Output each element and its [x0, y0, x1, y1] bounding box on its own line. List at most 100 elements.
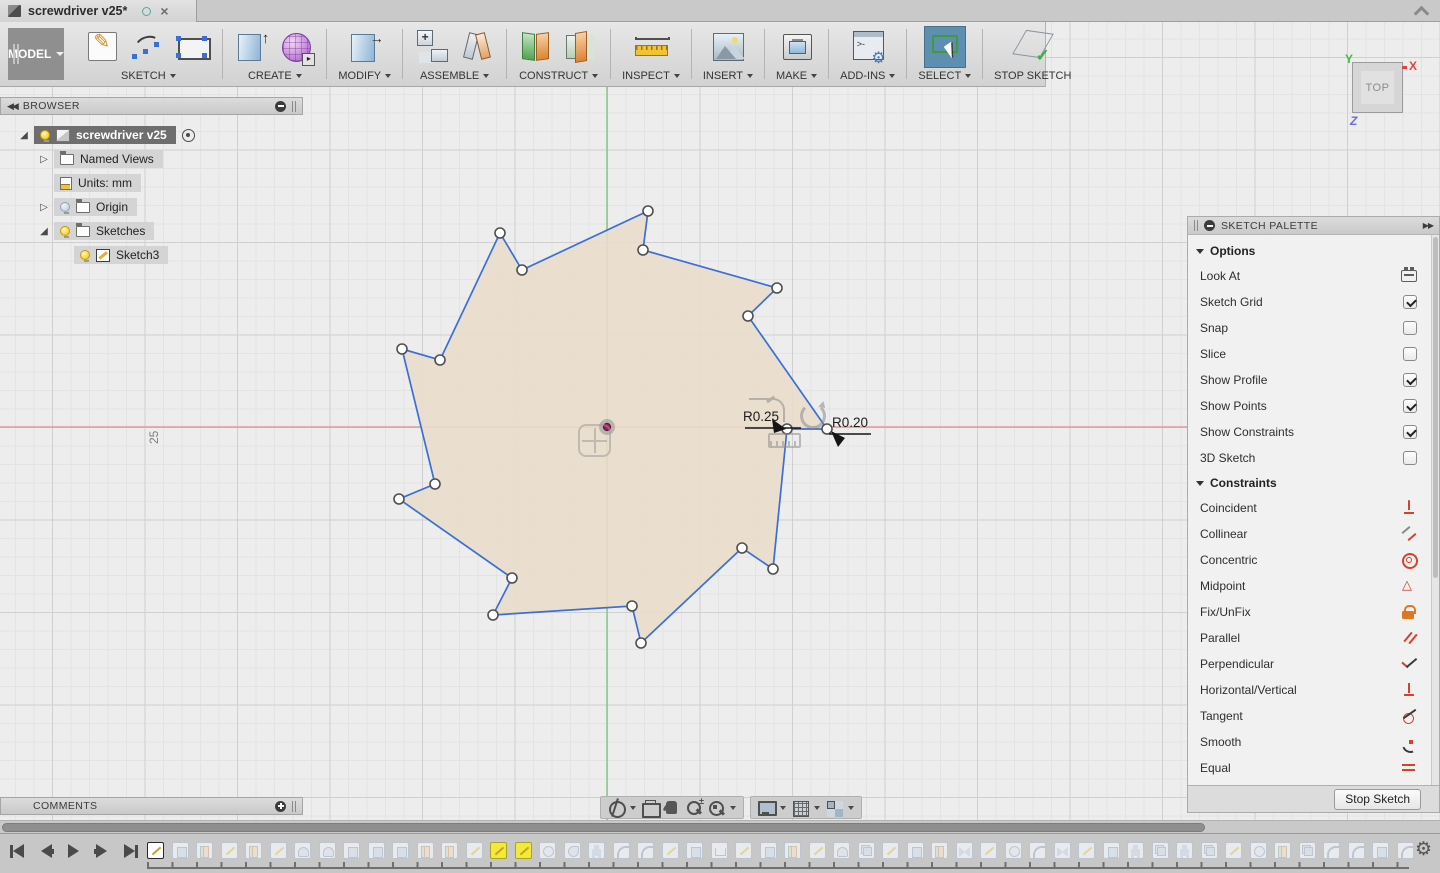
comments-header[interactable]: COMMENTS [0, 797, 303, 815]
node-label-chip[interactable]: Named Views [54, 150, 163, 168]
palette-option-snap[interactable]: Snap [1188, 315, 1439, 341]
palette-constraint-collinear[interactable]: Collinear [1188, 521, 1439, 547]
panel-grip-icon[interactable] [1194, 220, 1198, 231]
stop-sketch-button[interactable]: Stop Sketch [1334, 788, 1421, 810]
timeline-feature-mirror-icon[interactable] [196, 842, 213, 859]
create-form-icon[interactable] [279, 28, 316, 66]
browser-node-units-mm[interactable]: Units: mm [0, 171, 310, 195]
look-at-icon[interactable] [641, 799, 661, 818]
add-comment-icon[interactable] [275, 800, 286, 812]
timeline-settings-gear-icon[interactable]: ⚙ [1415, 840, 1432, 859]
toolbar-group-label[interactable]: CREATE [248, 70, 302, 82]
timeline-feature-fillet-icon[interactable] [612, 842, 630, 859]
assemble-joint-icon[interactable] [459, 28, 495, 66]
toolbar-group-label[interactable]: CONSTRUCT [519, 70, 599, 82]
timeline-feature-sketch-icon[interactable] [980, 842, 997, 859]
orbit-icon[interactable] [607, 799, 626, 818]
toolbar-collapse-chevron-icon[interactable] [1416, 6, 1428, 14]
radius-dimension-label-1[interactable]: R0.25 [743, 409, 779, 424]
palette-scrollbar[interactable] [1431, 235, 1439, 785]
timeline-feature-mirror-icon[interactable] [784, 842, 801, 859]
timeline-feature-mirror-icon[interactable] [441, 842, 458, 859]
timeline-feature-sketch-icon[interactable] [808, 842, 826, 859]
inspect-measure-icon[interactable] [633, 28, 670, 66]
timeline-feature-extrude-icon[interactable] [171, 842, 189, 859]
timeline-feature-combine-icon[interactable] [1298, 842, 1316, 859]
palette-constraint-fix-unfix[interactable]: Fix/UnFix [1188, 599, 1439, 625]
palette-header[interactable]: SKETCH PALETTE ▶▶ [1188, 217, 1439, 235]
timeline-feature-revolve-icon[interactable] [1004, 842, 1022, 859]
palette-constraint-horizontal-vertical[interactable]: Horizontal/Vertical [1188, 677, 1439, 703]
toolbar-group-label[interactable]: ASSEMBLE [420, 70, 490, 82]
timeline-feature-fillet-icon[interactable] [1396, 842, 1414, 859]
timeline-feature-dome-icon[interactable] [833, 842, 850, 859]
minimize-panel-icon[interactable] [1204, 220, 1215, 231]
palette-constraint-coincident[interactable]: Coincident [1188, 495, 1439, 521]
smooth-icon[interactable] [1401, 734, 1417, 750]
chevron-down-icon[interactable] [814, 805, 820, 810]
checkbox-checked-icon[interactable] [1403, 373, 1417, 387]
activate-component-target-icon[interactable] [181, 128, 195, 142]
chevron-down-icon[interactable] [630, 805, 636, 810]
checkbox-unchecked-icon[interactable] [1403, 451, 1417, 465]
checkbox-checked-icon[interactable] [1403, 425, 1417, 439]
skip-end-icon[interactable] [122, 844, 138, 859]
palette-constraint-equal[interactable]: Equal [1188, 755, 1439, 781]
look-at-icon[interactable] [1401, 267, 1417, 282]
panel-grip-icon[interactable] [292, 800, 296, 812]
equal-icon[interactable] [1401, 760, 1417, 776]
parallel-icon[interactable] [1401, 630, 1417, 646]
timeline-feature-extrude-icon[interactable] [759, 842, 777, 859]
options-section-header[interactable]: Options [1188, 239, 1439, 263]
minimize-panel-icon[interactable] [275, 100, 286, 112]
timeline-feature-pattern-icon[interactable] [1127, 842, 1144, 859]
skip-start-icon[interactable] [10, 844, 26, 859]
toolbar-group-label[interactable]: SELECT [918, 70, 972, 82]
node-label-chip[interactable]: Origin [54, 198, 138, 216]
palette-option-show-constraints[interactable]: Show Constraints [1188, 419, 1439, 445]
construct-midplane-icon[interactable] [518, 28, 554, 66]
timeline-feature-extrude-icon[interactable] [686, 842, 703, 859]
toolbar-group-label[interactable]: ADD-INS [840, 70, 896, 82]
timeline-feature-mirror-icon[interactable] [931, 842, 948, 859]
visibility-bulb-icon[interactable] [60, 202, 70, 214]
node-label-chip[interactable]: Units: mm [54, 174, 141, 192]
grid-settings-icon[interactable] [791, 799, 809, 817]
browser-node-screwdriver-v25[interactable]: ◢ screwdriver v25 [0, 123, 310, 147]
insert-image-icon[interactable] [710, 28, 746, 66]
palette-constraint-smooth[interactable]: Smooth [1188, 729, 1439, 755]
browser-header[interactable]: ◀◀ BROWSER [0, 97, 303, 115]
palette-option-show-points[interactable]: Show Points [1188, 393, 1439, 419]
timeline-feature-mirror-icon[interactable] [1274, 842, 1291, 859]
step-back-icon[interactable] [38, 844, 54, 859]
play-icon[interactable] [66, 844, 82, 859]
chevron-down-icon[interactable] [780, 805, 786, 810]
chevron-down-icon[interactable] [730, 805, 736, 810]
view-cube-face[interactable]: TOP [1361, 71, 1394, 104]
timeline-feature-combine-icon[interactable] [1151, 842, 1169, 859]
timeline-feature-pattern-icon[interactable] [588, 842, 605, 859]
display-settings-icon[interactable] [757, 799, 777, 817]
pan-icon[interactable] [663, 799, 681, 817]
palette-constraint-parallel[interactable]: Parallel [1188, 625, 1439, 651]
timeline-feature-shell-icon[interactable] [710, 842, 728, 859]
timeline-scrollbar[interactable] [0, 820, 1440, 833]
timeline-feature-sketch-icon[interactable] [465, 842, 483, 859]
palette-option-3d-sketch[interactable]: 3D Sketch [1188, 445, 1439, 471]
browser-node-sketch3[interactable]: Sketch3 [0, 243, 310, 267]
timeline-feature-sketch-icon[interactable] [147, 842, 164, 859]
timeline-feature-combine-icon[interactable] [857, 842, 875, 859]
expand-arrow-icon[interactable]: ▷ [38, 154, 50, 165]
node-label-chip[interactable]: Sketches [54, 222, 155, 240]
constraints-section-header[interactable]: Constraints [1188, 471, 1439, 495]
select-icon[interactable] [923, 26, 966, 68]
expand-arrow-icon[interactable]: ▷ [38, 202, 50, 213]
visibility-bulb-icon[interactable] [80, 250, 90, 262]
palette-option-slice[interactable]: Slice [1188, 341, 1439, 367]
timeline-feature-extrude-icon[interactable] [392, 842, 409, 859]
make-3dprint-icon[interactable] [779, 28, 815, 66]
timeline-feature-sketch-icon[interactable] [1078, 842, 1095, 859]
toolbar-group-label[interactable]: INSPECT [622, 70, 680, 82]
timeline-feature-split-icon[interactable] [563, 842, 581, 859]
browser-node-origin[interactable]: ▷ Origin [0, 195, 310, 219]
